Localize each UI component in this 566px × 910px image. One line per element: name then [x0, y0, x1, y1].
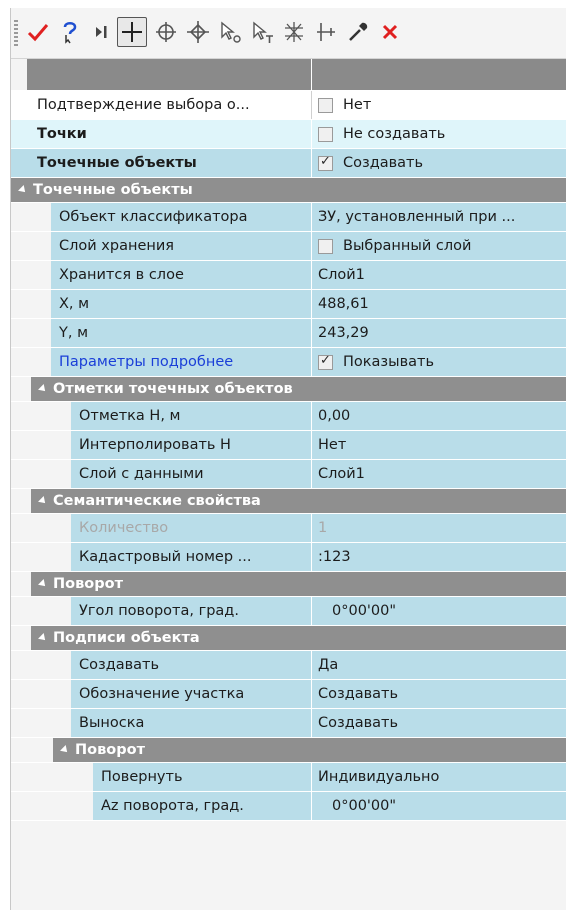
select-cursor-o-icon[interactable] — [215, 17, 245, 47]
row-label: Интерполировать H — [11, 431, 311, 459]
row-interpolate[interactable]: Интерполировать H Нет — [11, 431, 566, 460]
row-label: Y, м — [11, 319, 311, 347]
row-value[interactable]: 0°00'00" — [311, 597, 566, 625]
toolbar — [11, 8, 566, 59]
row-label: Подтверждение выбора о... — [37, 97, 250, 113]
collapse-icon[interactable] — [38, 633, 48, 643]
properties-panel: Подтверждение выбора о... Нет Точки Не с… — [10, 8, 566, 910]
row-value: 1 — [311, 514, 566, 542]
row-label: Точечные объекты — [37, 155, 197, 171]
row-label: Точки — [37, 126, 87, 142]
row-value[interactable]: Индивидуально — [311, 763, 566, 791]
help-select-icon[interactable] — [55, 17, 85, 47]
row-value[interactable]: 488,61 — [311, 290, 566, 318]
row-az[interactable]: Az поворота, град. 0°00'00" — [11, 792, 566, 821]
point-objects-checkbox[interactable] — [318, 154, 333, 171]
row-value[interactable]: Создавать — [311, 680, 566, 708]
row-value[interactable]: Нет — [311, 431, 566, 459]
row-label: Угол поворота, град. — [11, 597, 311, 625]
confirm-checkbox[interactable] — [318, 97, 333, 113]
row-classifier[interactable]: Объект классификатора ЗУ, установленный … — [11, 203, 566, 232]
circle-cross-icon[interactable] — [151, 17, 181, 47]
row-y[interactable]: Y, м 243,29 — [11, 319, 566, 348]
section-labels-rotation[interactable]: Поворот — [11, 738, 566, 763]
collapse-icon[interactable] — [38, 579, 48, 589]
row-value[interactable]: Нет — [311, 91, 566, 119]
row-label: Обозначение участка — [11, 680, 311, 708]
collapse-icon[interactable] — [38, 496, 48, 506]
row-callout[interactable]: Выноска Создавать — [11, 709, 566, 738]
row-value[interactable]: Выбранный слой — [311, 232, 566, 260]
row-value[interactable]: Не создавать — [311, 120, 566, 148]
row-label: Параметры подробнее — [11, 348, 311, 376]
select-cursor-t-icon[interactable] — [247, 17, 277, 47]
row-label: Выноска — [11, 709, 311, 737]
grid-header-value — [311, 59, 566, 90]
collapse-icon[interactable] — [18, 185, 28, 195]
row-storage-layer[interactable]: Слой хранения Выбранный слой — [11, 232, 566, 261]
collapse-icon[interactable] — [38, 384, 48, 394]
property-grid: Подтверждение выбора о... Нет Точки Не с… — [11, 59, 566, 821]
row-mark-h[interactable]: Отметка H, м 0,00 — [11, 402, 566, 431]
row-label: Количество — [11, 514, 311, 542]
row-value[interactable]: Создавать — [311, 709, 566, 737]
row-params[interactable]: Параметры подробнее Показывать — [11, 348, 566, 377]
collapse-icon[interactable] — [60, 745, 70, 755]
section-labels[interactable]: Подписи объекта — [11, 626, 566, 651]
crosshair-icon[interactable] — [117, 17, 147, 47]
row-value[interactable]: Создавать — [311, 149, 566, 177]
section-semantic[interactable]: Семантические свойства — [11, 489, 566, 514]
row-label: Объект классификатора — [11, 203, 311, 231]
row-label: X, м — [11, 290, 311, 318]
row-value[interactable]: :123 — [311, 543, 566, 571]
row-label: Кадастровый номер ... — [11, 543, 311, 571]
row-point-objects[interactable]: Точечные объекты Создавать — [11, 149, 566, 178]
row-label: Создавать — [11, 651, 311, 679]
row-value[interactable]: Показывать — [311, 348, 566, 376]
row-confirm[interactable]: Подтверждение выбора о... Нет — [11, 91, 566, 120]
row-label: Слой хранения — [11, 232, 311, 260]
row-value[interactable]: 243,29 — [311, 319, 566, 347]
section-marks[interactable]: Отметки точечных объектов — [11, 377, 566, 402]
section-point-objects[interactable]: Точечные объекты — [11, 178, 566, 203]
row-label: Повернуть — [11, 763, 311, 791]
row-value[interactable]: Слой1 — [311, 261, 566, 289]
params-checkbox[interactable] — [318, 353, 333, 370]
pipette-icon[interactable] — [343, 17, 373, 47]
points-checkbox[interactable] — [318, 126, 333, 142]
row-label: Слой с данными — [11, 460, 311, 488]
row-value[interactable]: ЗУ, установленный при ... — [311, 203, 566, 231]
row-label: Отметка H, м — [11, 402, 311, 430]
snap-cross-icon[interactable] — [183, 17, 213, 47]
row-angle[interactable]: Угол поворота, град. 0°00'00" — [11, 597, 566, 626]
section-rotation[interactable]: Поворот — [11, 572, 566, 597]
row-label: Хранится в слое — [11, 261, 311, 289]
apply-icon[interactable] — [23, 17, 53, 47]
row-designation[interactable]: Обозначение участка Создавать — [11, 680, 566, 709]
row-points[interactable]: Точки Не создавать — [11, 120, 566, 149]
row-value[interactable]: 0°00'00" — [311, 792, 566, 820]
row-data-layer[interactable]: Слой с данными Слой1 — [11, 460, 566, 489]
close-icon[interactable] — [375, 17, 405, 47]
snap-grid-icon[interactable] — [279, 17, 309, 47]
step-icon[interactable] — [87, 17, 117, 47]
row-label: Az поворота, град. — [11, 792, 311, 820]
storage-layer-checkbox[interactable] — [318, 238, 333, 254]
row-cadastral[interactable]: Кадастровый номер ... :123 — [11, 543, 566, 572]
grid-header-name — [11, 59, 311, 90]
row-create[interactable]: Создавать Да — [11, 651, 566, 680]
measure-icon[interactable] — [311, 17, 341, 47]
row-value[interactable]: Да — [311, 651, 566, 679]
row-value[interactable]: 0,00 — [311, 402, 566, 430]
row-stored-in[interactable]: Хранится в слое Слой1 — [11, 261, 566, 290]
grid-header — [11, 59, 566, 91]
row-rotate[interactable]: Повернуть Индивидуально — [11, 763, 566, 792]
row-x[interactable]: X, м 488,61 — [11, 290, 566, 319]
row-value[interactable]: Слой1 — [311, 460, 566, 488]
toolbar-grip[interactable] — [14, 20, 18, 46]
row-count: Количество 1 — [11, 514, 566, 543]
